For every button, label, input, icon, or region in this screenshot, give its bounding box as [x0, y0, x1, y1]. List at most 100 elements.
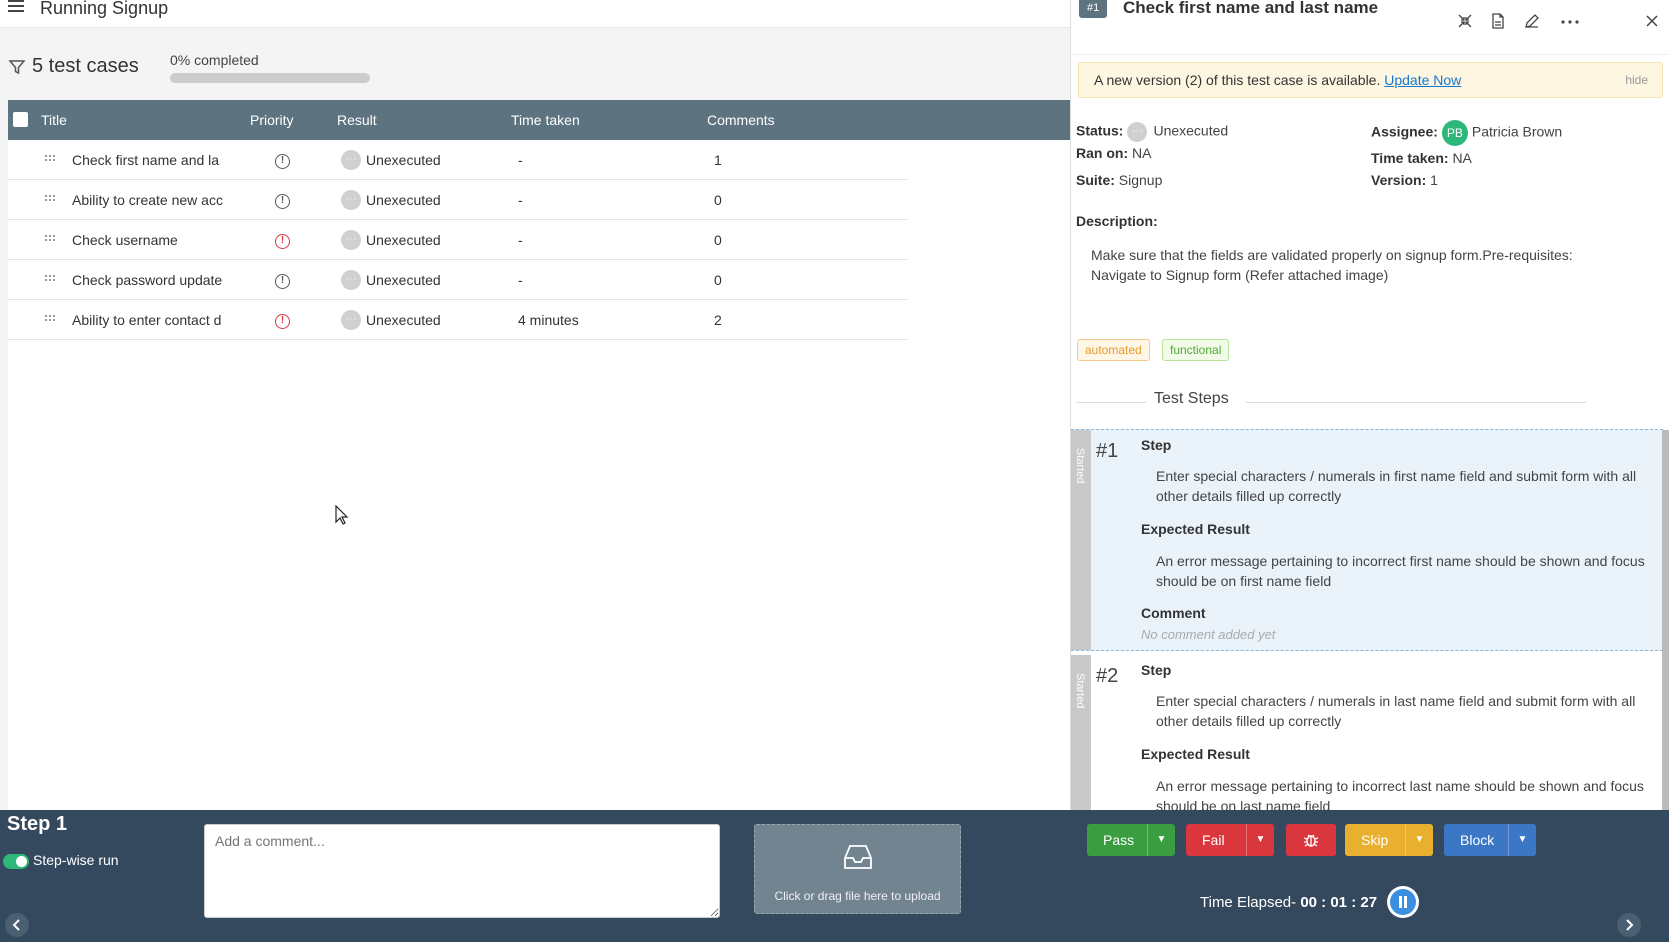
- pass-button[interactable]: Pass: [1087, 824, 1147, 856]
- fail-button-group: Fail ▼: [1186, 824, 1274, 856]
- panel-title: Check first name and last name: [1123, 0, 1379, 17]
- step-label: Step: [1141, 437, 1172, 453]
- table-row[interactable]: Ability to enter contact d! ··· Unexecuted…: [8, 300, 908, 340]
- step-state: Started: [1074, 448, 1086, 484]
- table-row[interactable]: Check first name and la! ··· Unexecuted - 1: [8, 140, 908, 180]
- suite-label: Suite:: [1076, 172, 1115, 188]
- file-upload-dropzone[interactable]: Click or drag file here to upload: [754, 824, 961, 914]
- assignee-label: Assignee:: [1371, 123, 1438, 140]
- skip-button[interactable]: Skip: [1345, 824, 1405, 856]
- case-count: 5 test cases: [32, 55, 139, 77]
- caret-down-icon[interactable]: ▼: [1147, 824, 1175, 856]
- test-case-table: Title Priority Result Time taken Comment…: [8, 100, 1070, 810]
- ran-on-value: NA: [1132, 145, 1152, 161]
- caret-down-icon[interactable]: ▼: [1405, 824, 1433, 856]
- priority-icon: !: [275, 194, 290, 209]
- close-icon[interactable]: [1643, 12, 1661, 30]
- case-id-badge: #1: [1079, 0, 1108, 18]
- test-step-2[interactable]: Started #2 Step Enter special characters…: [1071, 655, 1663, 810]
- case-time-taken: 4 minutes: [518, 312, 579, 328]
- comment-input[interactable]: [204, 824, 720, 918]
- case-result: Unexecuted: [366, 152, 441, 168]
- skip-button-group: Skip ▼: [1345, 824, 1433, 856]
- column-priority[interactable]: Priority: [250, 112, 294, 128]
- new-version-banner: A new version (2) of this test case is a…: [1078, 62, 1663, 98]
- suite-value: Signup: [1118, 172, 1163, 188]
- time-taken-value: NA: [1452, 150, 1472, 166]
- expected-result-label: Expected Result: [1141, 521, 1250, 537]
- case-title[interactable]: Check first name and la: [72, 152, 228, 168]
- caret-down-icon[interactable]: ▼: [1246, 824, 1274, 856]
- fail-button[interactable]: Fail: [1186, 824, 1246, 856]
- mouse-cursor-icon: [335, 505, 349, 525]
- table-header: Title Priority Result Time taken Comment…: [8, 100, 1070, 140]
- table-row[interactable]: Check password update! ··· Unexecuted - 0: [8, 260, 908, 300]
- assignee-value[interactable]: Patricia Brown: [1472, 124, 1562, 140]
- more-icon[interactable]: [1561, 12, 1579, 30]
- step-text: Enter special characters / numerals in l…: [1156, 693, 1636, 729]
- step-state: Started: [1074, 673, 1086, 709]
- case-result: Unexecuted: [366, 232, 441, 248]
- progress-bar: [170, 73, 370, 83]
- priority-icon: !: [275, 154, 290, 169]
- time-elapsed-label: Time Elapsed-: [1200, 894, 1297, 911]
- select-all-checkbox[interactable]: [13, 112, 28, 127]
- column-title[interactable]: Title: [41, 112, 67, 128]
- drag-handle-icon[interactable]: [45, 275, 57, 283]
- column-result[interactable]: Result: [337, 112, 377, 128]
- test-steps-heading: Test Steps: [1076, 390, 1586, 414]
- update-now-link[interactable]: Update Now: [1384, 72, 1461, 88]
- block-button[interactable]: Block: [1444, 824, 1508, 856]
- panel-scrollbar[interactable]: [1662, 430, 1669, 810]
- tag-automated[interactable]: automated: [1077, 339, 1150, 361]
- case-title[interactable]: Ability to create new acc: [72, 192, 228, 208]
- chevron-left-icon: [12, 919, 20, 931]
- tag-functional[interactable]: functional: [1162, 339, 1230, 361]
- suite-field: Suite: Signup: [1076, 172, 1162, 188]
- case-title[interactable]: Ability to enter contact d: [72, 312, 228, 328]
- version-label: Version:: [1371, 172, 1427, 188]
- drag-handle-icon[interactable]: [45, 315, 57, 323]
- case-time-taken: -: [518, 232, 523, 248]
- version-field: Version: 1: [1371, 172, 1438, 188]
- case-title[interactable]: Check username: [72, 232, 228, 248]
- step-wise-run-toggle[interactable]: [3, 854, 29, 869]
- next-step-button[interactable]: [1617, 913, 1641, 937]
- time-taken-field: Time taken: NA: [1371, 150, 1472, 166]
- drag-handle-icon[interactable]: [45, 235, 57, 243]
- table-row[interactable]: Ability to create new acc! ··· Unexecuted -…: [8, 180, 908, 220]
- edit-icon[interactable]: [1523, 12, 1541, 30]
- upload-text: Click or drag file here to upload: [774, 889, 941, 903]
- previous-step-button[interactable]: [5, 913, 29, 937]
- case-title[interactable]: Check password update: [72, 272, 228, 288]
- document-icon[interactable]: [1489, 12, 1507, 30]
- result-status-icon: ···: [341, 190, 361, 210]
- case-comment-count: 2: [714, 312, 722, 328]
- time-taken-label: Time taken:: [1371, 150, 1449, 166]
- case-comment-count: 0: [714, 232, 722, 248]
- result-status-icon: ···: [341, 150, 361, 170]
- menu-icon[interactable]: [8, 0, 26, 14]
- status-field: Status: ··· Unexecuted: [1076, 122, 1228, 142]
- filter-icon[interactable]: [8, 58, 26, 76]
- report-bug-button[interactable]: [1286, 824, 1336, 856]
- step-label: Step: [1141, 662, 1172, 678]
- divider: [1076, 402, 1146, 403]
- description-text: Make sure that the fields are validated …: [1091, 247, 1573, 283]
- column-time-taken[interactable]: Time taken: [511, 112, 580, 128]
- test-step-1[interactable]: Started #1 Step Enter special characters…: [1071, 429, 1663, 651]
- comment-text: No comment added yet: [1141, 627, 1276, 642]
- pause-icon[interactable]: [1387, 886, 1419, 918]
- drag-handle-icon[interactable]: [45, 195, 57, 203]
- column-comments[interactable]: Comments: [707, 112, 775, 128]
- description-label: Description:: [1076, 213, 1158, 229]
- hide-banner-link[interactable]: hide: [1625, 73, 1648, 87]
- banner-message: A new version (2) of this test case is a…: [1094, 72, 1381, 88]
- table-row[interactable]: Check username! ··· Unexecuted - 0: [8, 220, 908, 260]
- priority-icon: !: [275, 314, 290, 329]
- caret-down-icon[interactable]: ▼: [1508, 824, 1536, 856]
- drag-handle-icon[interactable]: [45, 155, 57, 163]
- result-status-icon: ···: [341, 270, 361, 290]
- minimize-icon[interactable]: [1456, 12, 1474, 30]
- assignee-field: Assignee: PB Patricia Brown: [1371, 120, 1562, 146]
